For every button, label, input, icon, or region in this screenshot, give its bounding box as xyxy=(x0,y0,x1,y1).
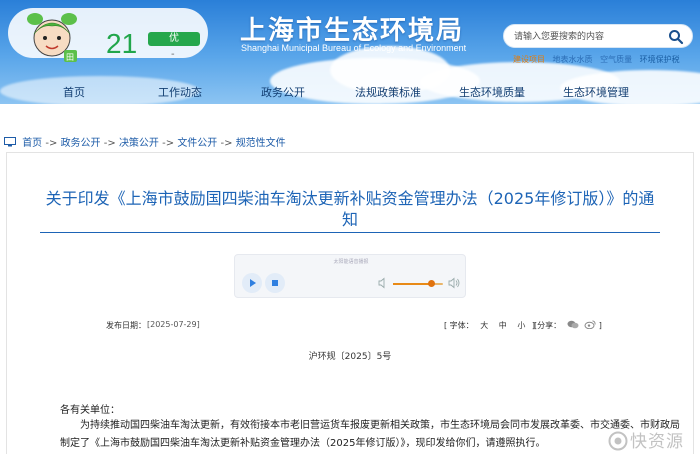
volume-high-icon[interactable] xyxy=(448,277,460,289)
salutation: 各有关单位： xyxy=(60,405,120,416)
stop-button[interactable] xyxy=(265,273,285,293)
play-icon xyxy=(250,279,256,287)
watermark-logo-icon xyxy=(608,431,628,451)
wechat-icon[interactable] xyxy=(567,320,579,329)
share-label: [分享： xyxy=(534,321,562,330)
font-size-control: [ 字体： 大 中 小 ] xyxy=(444,320,535,331)
font-size-medium[interactable]: 中 xyxy=(499,321,507,330)
play-button[interactable] xyxy=(242,273,262,293)
site-title[interactable]: 上海市生态环境局 xyxy=(240,10,464,47)
page-title: 关于印发《上海市鼓励国四柴油车淘汰更新补贴资金管理办法（2025年修订版）》的通… xyxy=(45,189,655,229)
breadcrumb-separator: -> xyxy=(45,138,58,149)
search-input[interactable] xyxy=(514,29,654,45)
breadcrumb-files[interactable]: 文件公开 xyxy=(177,138,217,149)
watermark: 快资源 xyxy=(608,427,684,452)
quick-link-construction[interactable]: 建设项目 xyxy=(513,55,545,64)
document-number: 沪环规〔2025〕5号 xyxy=(308,352,392,362)
aqi-extra: - xyxy=(171,49,175,60)
volume-low-icon[interactable] xyxy=(377,277,389,289)
player-caption: 太阳能语音播报 xyxy=(333,259,369,265)
breadcrumb: 首页 -> 政务公开 -> 决策公开 -> 文件公开 -> 规范性文件 xyxy=(4,134,286,149)
main-nav: 首页 工作动态 政务公开 法规政策标准 生态环境质量 生态环境管理 xyxy=(0,80,700,102)
nav-home[interactable]: 首页 xyxy=(63,84,85,100)
nav-work-news[interactable]: 工作动态 xyxy=(158,84,202,100)
body-paragraph: 为持续推动国四柴油车淘汰更新，有效衔接本市老旧营运货车报废更新相关政策，市生态环… xyxy=(60,420,680,449)
weibo-icon[interactable] xyxy=(584,320,596,329)
audio-player: 太阳能语音播报 xyxy=(234,254,466,298)
watermark-text: 快资源 xyxy=(630,432,684,452)
breadcrumb-separator: -> xyxy=(162,138,175,149)
aqi-value: 21 xyxy=(106,28,138,59)
share-close: ] xyxy=(598,321,602,330)
quick-link-air-quality[interactable]: 空气质量 xyxy=(600,55,632,64)
publish-date-label: 发布日期： xyxy=(106,321,146,330)
font-size-small[interactable]: 小 xyxy=(517,321,525,330)
quick-links: 建设项目 地表水水质 空气质量 环境保护税 xyxy=(513,54,680,65)
monitor-icon xyxy=(4,137,16,147)
site-header: 田 21 优 - 上海市生态环境局 Shanghai Municipal Bur… xyxy=(0,0,700,104)
share-control: [分享： ] xyxy=(534,320,602,331)
nav-regulations[interactable]: 法规政策标准 xyxy=(355,84,421,100)
site-subtitle: Shanghai Municipal Bureau of Ecology and… xyxy=(241,43,467,53)
aqi-level-badge: 优 xyxy=(148,32,200,46)
breadcrumb-separator: -> xyxy=(220,138,233,149)
volume-fill xyxy=(393,283,431,285)
volume-knob[interactable] xyxy=(427,280,435,287)
nav-eco-management[interactable]: 生态环境管理 xyxy=(563,84,629,100)
breadcrumb-gov-affairs[interactable]: 政务公开 xyxy=(61,138,101,149)
air-quality-widget[interactable]: 田 21 优 - xyxy=(8,8,208,62)
mascot-badge: 田 xyxy=(66,53,74,62)
search-icon[interactable] xyxy=(668,29,684,45)
search-box xyxy=(503,24,693,48)
breadcrumb-separator: -> xyxy=(103,138,116,149)
breadcrumb-home[interactable]: 首页 xyxy=(22,138,42,149)
nav-gov-affairs[interactable]: 政务公开 xyxy=(261,84,305,100)
nav-eco-quality[interactable]: 生态环境质量 xyxy=(459,84,525,100)
breadcrumb-decision[interactable]: 决策公开 xyxy=(119,138,159,149)
breadcrumb-normative-docs[interactable]: 规范性文件 xyxy=(236,138,286,149)
quick-link-surface-water[interactable]: 地表水水质 xyxy=(553,55,593,64)
volume-slider[interactable] xyxy=(393,280,443,287)
font-size-label: [ 字体： xyxy=(444,321,474,330)
stop-icon xyxy=(272,280,278,286)
publish-date: [2025-07-29] xyxy=(147,320,200,329)
quick-link-env-tax[interactable]: 环境保护税 xyxy=(640,55,680,64)
font-size-large[interactable]: 大 xyxy=(480,321,488,330)
title-divider xyxy=(40,232,660,233)
